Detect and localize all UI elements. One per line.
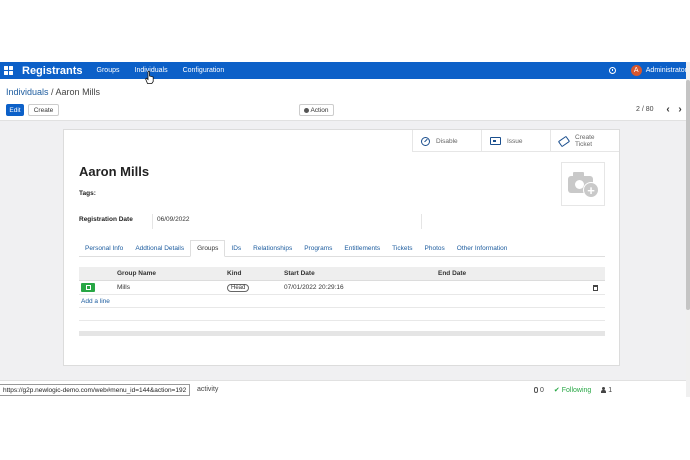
id-card-icon [490,137,501,145]
delete-cell [593,284,605,291]
disable-button[interactable]: Disable [412,130,481,152]
table-row[interactable]: Mills Head 07/01/2022 20:29:16 [79,281,605,295]
browser-status-url: https://g2p.newlogic-demo.com/web#menu_i… [0,384,191,396]
user-menu[interactable]: Administrator [646,67,687,74]
ban-icon [421,136,430,146]
tab-additional-details[interactable]: Addtional Details [129,240,190,256]
add-line-link[interactable]: Add a line [79,295,605,308]
edit-button[interactable]: Edit [6,104,24,116]
create-ticket-label: Create Ticket [575,134,595,148]
open-cell [79,283,117,292]
action-button[interactable]: Action [299,104,334,116]
form-sheet: Disable Issue Create Ticket Aaron Mills … [63,129,620,366]
app-brand[interactable]: Registrants [22,65,83,77]
trash-icon[interactable] [593,284,598,291]
registration-date-value: 06/09/2022 [157,216,190,223]
activity-link[interactable]: activity [197,386,218,393]
smart-button-box: Disable Issue Create Ticket [412,130,619,152]
kind-cell[interactable]: Head [227,283,284,292]
tab-other-information[interactable]: Other Information [451,240,514,256]
person-icon[interactable] [601,387,607,393]
tab-personal-info[interactable]: Personal Info [79,240,129,256]
following-label: Following [561,387,592,394]
scrollbar-thumb[interactable] [686,80,690,310]
create-ticket-line1: Create [575,134,595,141]
tab-groups[interactable]: Groups [190,240,226,257]
follower-count[interactable]: 1 [608,387,612,394]
hand-pointer-icon [145,71,154,84]
breadcrumb-current: Aaron Mills [55,87,101,97]
column-kind[interactable]: Kind [227,270,284,277]
breadcrumb: Individuals / Aaron Mills [6,87,100,97]
gear-icon [304,107,310,113]
app-window: Registrants Groups Individuals Configura… [0,62,690,397]
create-ticket-line2: Ticket [575,141,593,148]
tab-tickets[interactable]: Tickets [386,240,418,256]
tab-programs[interactable]: Programs [298,240,338,256]
registration-date-label: Registration Date [79,216,133,223]
apps-grid-icon[interactable] [4,65,14,76]
photo-upload[interactable]: + [561,162,605,206]
issue-label: Issue [507,137,523,145]
record-name: Aaron Mills [79,164,150,179]
column-group-name[interactable]: Group Name [117,270,227,277]
kind-badge: Head [227,283,250,292]
issue-button[interactable]: Issue [481,130,550,152]
column-start-date[interactable]: Start Date [284,270,438,277]
top-navbar: Registrants Groups Individuals Configura… [0,62,690,79]
create-ticket-button[interactable]: Create Ticket [550,130,619,152]
table-header: Group Name Kind Start Date End Date [79,267,605,281]
group-name-cell[interactable]: Mills [117,284,227,291]
following-button[interactable]: ✔ Following [554,386,591,394]
action-label: Action [310,106,329,114]
breadcrumb-parent[interactable]: Individuals [6,87,49,97]
paperclip-icon[interactable] [534,387,538,393]
breadcrumb-separator: / [48,87,56,97]
start-date-cell[interactable]: 07/01/2022 20:29:16 [284,284,438,291]
tab-photos[interactable]: Photos [419,240,451,256]
ticket-icon [557,135,571,147]
field-divider [421,214,422,229]
pager-value[interactable]: 2 / 80 [636,106,654,113]
external-link-icon[interactable] [81,283,95,292]
tags-label: Tags: [79,190,96,197]
field-divider [152,214,153,229]
create-button[interactable]: Create [28,104,59,116]
tab-relationships[interactable]: Relationships [247,240,298,256]
control-panel: Individuals / Aaron Mills Edit Create Ac… [0,79,690,121]
pager-next-button[interactable]: › [674,104,686,116]
tab-entitlements[interactable]: Entitlements [338,240,386,256]
avatar[interactable]: A [630,65,642,76]
notebook-tabs: Personal Info Addtional Details Groups I… [79,240,605,257]
attachment-count[interactable]: 0 [540,387,544,394]
nav-item-groups[interactable]: Groups [97,67,120,74]
table-footer [79,331,605,336]
disable-label: Disable [436,137,458,145]
tab-ids[interactable]: IDs [225,240,247,256]
chatter-right: 0 ✔ Following 1 [534,386,612,394]
nav-item-configuration[interactable]: Configuration [183,67,225,74]
table-empty-row [79,308,605,321]
navbar-right: A Administrator [608,62,687,79]
column-end-date[interactable]: End Date [438,270,593,277]
help-icon[interactable] [608,67,616,74]
pager-previous-button[interactable]: ‹ [662,104,674,116]
groups-table: Group Name Kind Start Date End Date Mill… [79,267,605,336]
screen: Registrants Groups Individuals Configura… [0,0,690,460]
